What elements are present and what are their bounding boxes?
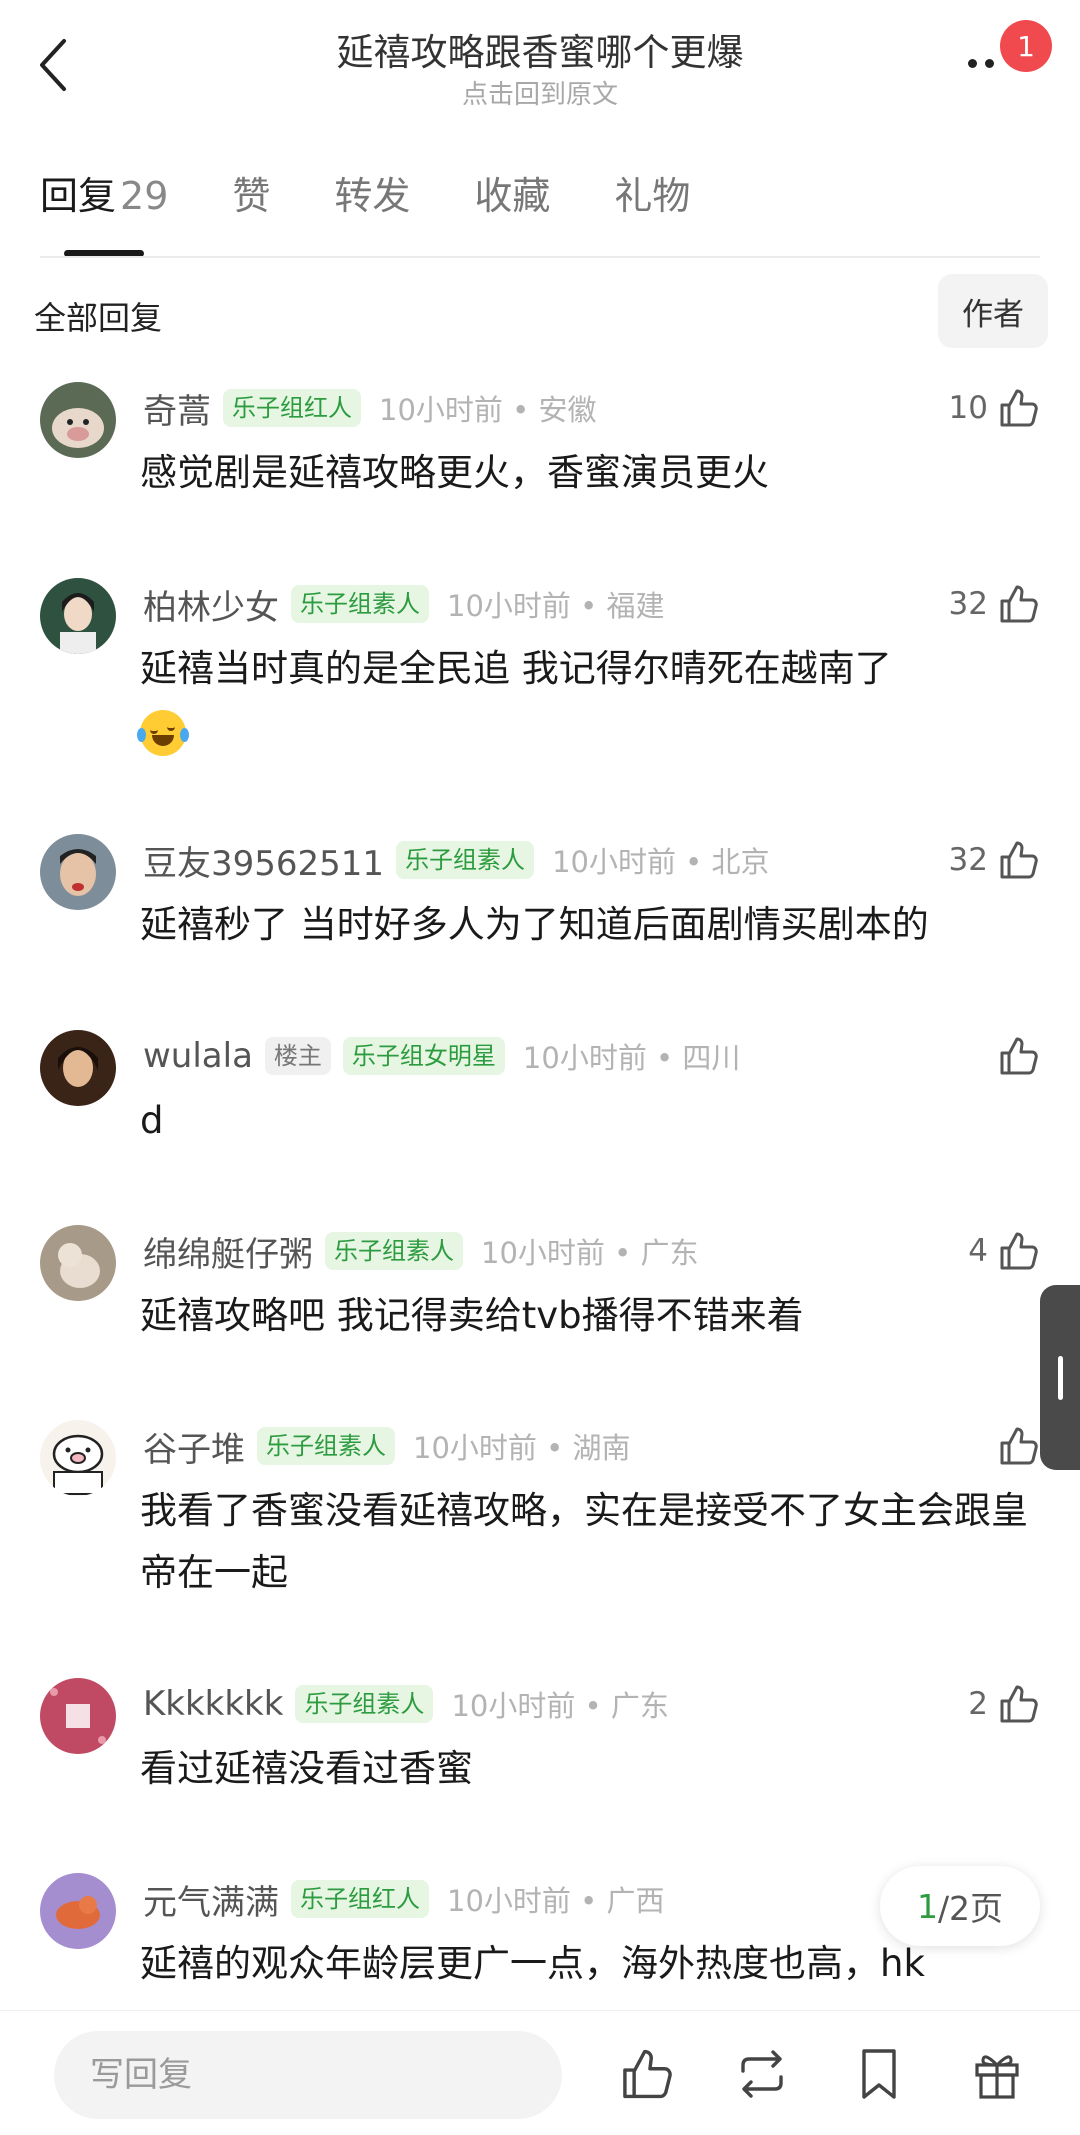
user-badge: 乐子组素人: [396, 841, 535, 879]
comment-meta: 奇蒿 乐子组红人 10小时前 • 安徽: [143, 384, 596, 432]
like-button[interactable]: 2: [968, 1680, 1040, 1728]
more-dots-icon: [968, 58, 977, 68]
tab-likes[interactable]: 赞: [232, 165, 270, 255]
comment-meta: Kkkkkkk 乐子组素人 10小时前 • 广东: [143, 1680, 669, 1728]
comment-meta: 谷子堆 乐子组素人 10小时前 • 湖南: [143, 1422, 630, 1470]
tab-favorites[interactable]: 收藏: [474, 165, 550, 255]
username[interactable]: wulala: [143, 1036, 253, 1076]
username[interactable]: 绵绵艇仔粥: [143, 1227, 313, 1276]
user-badge: 乐子组素人: [295, 1685, 434, 1723]
back-to-post-link[interactable]: 点击回到原文: [0, 74, 1080, 111]
page-title[interactable]: 延禧攻略跟香蜜哪个更爆: [0, 22, 1080, 76]
comment-text: 延禧秒了 当时好多人为了知道后面剧情买剧本的: [140, 903, 929, 946]
page-indicator[interactable]: 1/2页: [880, 1866, 1040, 1946]
thumbs-up-icon: [1000, 585, 1038, 623]
avatar[interactable]: [40, 382, 116, 458]
total-pages: /2页: [937, 1889, 1004, 1928]
thumbs-up-icon: [1000, 1037, 1038, 1075]
tab-reposts[interactable]: 转发: [334, 165, 410, 255]
gift-icon[interactable]: [968, 2045, 1026, 2103]
bottom-action-bar: [0, 2010, 1080, 2135]
user-badge: 乐子组红人: [291, 1880, 429, 1918]
timestamp-location: 10小时前 • 广东: [481, 1236, 699, 1270]
tab-bar: 回复 29 赞 转发 收藏 礼物: [40, 165, 754, 255]
avatar[interactable]: [40, 1678, 116, 1754]
user-badge: 乐子组素人: [257, 1427, 395, 1465]
like-button[interactable]: 4: [968, 1227, 1040, 1275]
tab-count: 29: [120, 174, 169, 218]
avatar[interactable]: [40, 1420, 116, 1496]
username[interactable]: Kkkkkkk: [143, 1684, 283, 1724]
comment-text: 看过延禧没看过香蜜: [140, 1747, 473, 1790]
thumbs-up-icon: [1000, 1427, 1038, 1465]
username[interactable]: 豆友39562511: [143, 836, 384, 885]
bookmark-icon[interactable]: [850, 2045, 908, 2103]
like-button[interactable]: 32: [949, 580, 1040, 628]
comment-text: 我看了香蜜没看延禧攻略，实在是接受不了女主会跟皇帝在一起: [140, 1489, 1028, 1594]
avatar[interactable]: [40, 1030, 116, 1106]
header: 延禧攻略跟香蜜哪个更爆 点击回到原文 1: [0, 0, 1080, 130]
reply-input[interactable]: [54, 2031, 562, 2119]
thumbs-up-icon: [1000, 841, 1038, 879]
comment-meta: 柏林少女 乐子组素人 10小时前 • 福建: [143, 580, 664, 628]
timestamp-location: 10小时前 • 福建: [447, 589, 665, 623]
owner-badge: 楼主: [264, 1037, 331, 1075]
comment-meta: 绵绵艇仔粥 乐子组素人 10小时前 • 广东: [143, 1227, 698, 1275]
notification-badge[interactable]: 1: [1000, 20, 1052, 72]
user-badge: 乐子组红人: [223, 389, 361, 427]
timestamp-location: 10小时前 • 安徽: [379, 393, 597, 427]
username[interactable]: 奇蒿: [143, 384, 211, 433]
comment-meta: 豆友39562511 乐子组素人 10小时前 • 北京: [143, 836, 770, 884]
like-count: 10: [948, 390, 988, 426]
timestamp-location: 10小时前 • 四川: [522, 1041, 741, 1075]
tab-label: 回复: [40, 174, 117, 218]
like-count: 32: [948, 586, 988, 622]
timestamp-location: 10小时前 • 广西: [447, 1884, 665, 1918]
comment-text: 延禧攻略吧 我记得卖给tvb播得不错来着: [140, 1294, 804, 1337]
tab-gifts[interactable]: 礼物: [614, 165, 690, 255]
tab-replies[interactable]: 回复 29: [40, 165, 168, 255]
avatar[interactable]: [40, 834, 116, 910]
more-dot: [985, 58, 994, 68]
thumbs-up-icon[interactable]: [617, 2045, 675, 2103]
username[interactable]: 谷子堆: [143, 1422, 245, 1471]
avatar[interactable]: [40, 1873, 116, 1949]
current-page: 1: [916, 1886, 938, 1926]
laughing-with-tears-emoji-icon: [137, 709, 189, 756]
like-button[interactable]: [996, 1032, 1040, 1080]
repost-icon[interactable]: [733, 2045, 791, 2103]
filter-all-replies[interactable]: 全部回复: [34, 293, 162, 339]
like-button[interactable]: 10: [949, 384, 1040, 432]
author-filter-button[interactable]: 作者: [938, 274, 1048, 348]
like-count: 4: [968, 1233, 988, 1269]
avatar[interactable]: [40, 1225, 116, 1301]
thumbs-up-icon: [1000, 1685, 1038, 1723]
scroll-handle[interactable]: [1040, 1285, 1080, 1470]
thumbs-up-icon: [1000, 1232, 1038, 1270]
timestamp-location: 10小时前 • 湖南: [413, 1431, 631, 1465]
timestamp-location: 10小时前 • 北京: [552, 845, 770, 879]
scroll-grip-icon: [1057, 1355, 1063, 1400]
comment-text: d: [140, 1099, 164, 1142]
comment-text: 延禧当时真的是全民追 我记得尔晴死在越南了: [137, 638, 1045, 762]
comment-text-content: 延禧当时真的是全民追 我记得尔晴死在越南了: [140, 647, 892, 690]
thumbs-up-icon: [1000, 389, 1038, 427]
like-count: 32: [948, 842, 988, 878]
divider: [40, 256, 1040, 258]
like-button[interactable]: [996, 1422, 1040, 1470]
username[interactable]: 柏林少女: [143, 580, 279, 629]
like-count: 2: [968, 1686, 988, 1722]
timestamp-location: 10小时前 • 广东: [451, 1689, 669, 1723]
like-button[interactable]: 32: [949, 836, 1040, 884]
user-badge: 乐子组素人: [325, 1232, 463, 1270]
user-badge: 乐子组女明星: [342, 1037, 505, 1075]
comment-meta: wulala 楼主 乐子组女明星 10小时前 • 四川: [143, 1032, 740, 1080]
user-badge: 乐子组素人: [291, 585, 429, 623]
username[interactable]: 元气满满: [143, 1875, 279, 1924]
comment-meta: 元气满满 乐子组红人 10小时前 • 广西: [143, 1875, 664, 1923]
avatar[interactable]: [40, 578, 116, 654]
comment-text: 感觉剧是延禧攻略更火，香蜜演员更火: [140, 451, 769, 494]
